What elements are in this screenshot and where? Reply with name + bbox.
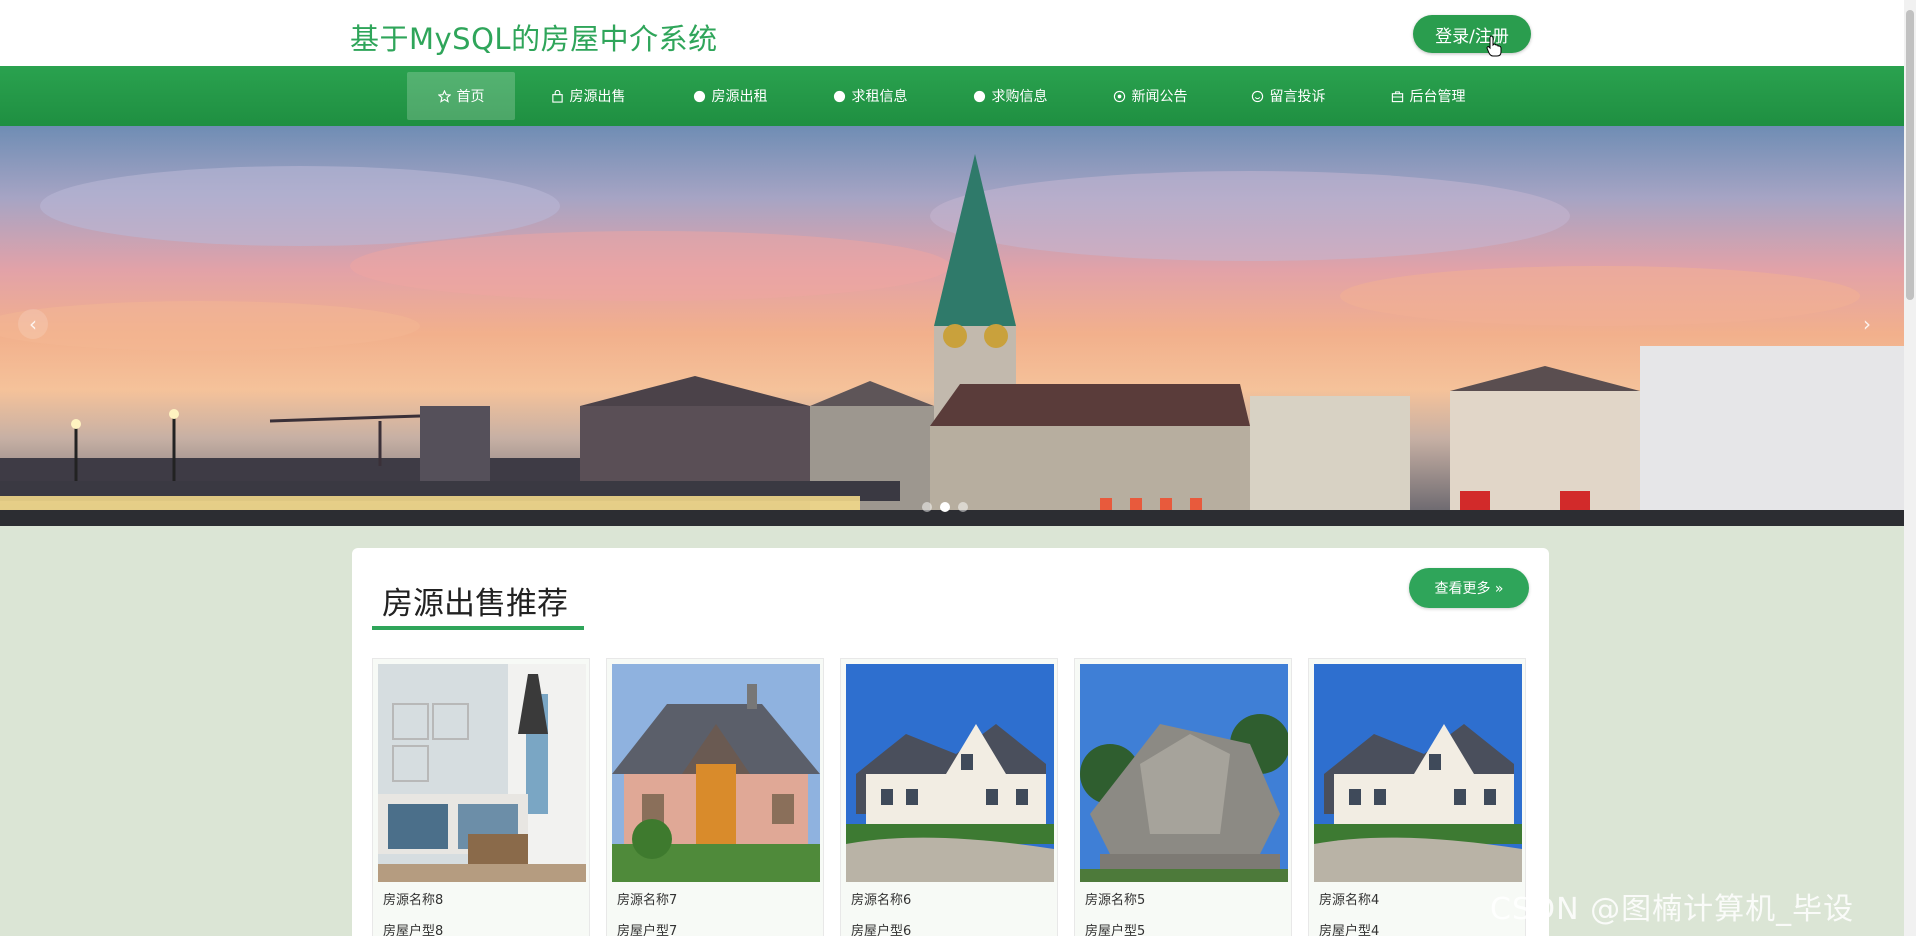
- house-card[interactable]: 房源名称8 房屋户型8: [372, 658, 590, 936]
- nav-item-feedback[interactable]: 留言投诉: [1238, 72, 1338, 120]
- brick-house-photo[interactable]: [612, 664, 820, 882]
- circle-icon: [693, 90, 705, 102]
- nav-item-label: 新闻公告: [1131, 89, 1188, 105]
- nav-item-admin[interactable]: 后台管理: [1378, 72, 1478, 120]
- login-register-button[interactable]: 登录/注册: [1413, 15, 1531, 53]
- csdn-watermark: CSDN @图楠计算机_毕设: [1490, 892, 1855, 927]
- banner-prev-arrow[interactable]: ‹: [18, 309, 48, 339]
- nav-item-rent-request[interactable]: 求租信息: [820, 72, 920, 120]
- circle-icon: [973, 90, 985, 102]
- section-title: 房源出售推荐: [382, 586, 568, 622]
- house-name[interactable]: 房源名称6: [851, 889, 911, 908]
- banner-dot-active[interactable]: [940, 502, 950, 512]
- city-skyline-photo: [0, 154, 1904, 526]
- bag-icon: [551, 89, 563, 103]
- nav-item-buy-request[interactable]: 求购信息: [960, 72, 1060, 120]
- target-icon: [1113, 90, 1125, 102]
- nav-item-house-sale[interactable]: 房源出售: [538, 72, 638, 120]
- nav-item-label: 求购信息: [991, 89, 1048, 105]
- briefcase-icon: [1391, 90, 1403, 102]
- banner-dot[interactable]: [958, 502, 968, 512]
- house-type: 房屋户型5: [1085, 924, 1146, 936]
- house-name[interactable]: 房源名称4: [1319, 889, 1379, 908]
- house-card[interactable]: 房源名称7 房屋户型7: [606, 658, 824, 936]
- nav-item-label: 房源出售: [569, 89, 626, 105]
- site-title[interactable]: 基于MySQL的房屋中介系统: [350, 16, 718, 58]
- house-type: 房屋户型4: [1319, 924, 1380, 936]
- banner-next-arrow[interactable]: ›: [1852, 309, 1882, 339]
- nav-item-label: 首页: [456, 89, 485, 105]
- banner-dot[interactable]: [922, 502, 932, 512]
- hero-banner[interactable]: ‹ ›: [0, 126, 1904, 526]
- house-type: 房屋户型7: [617, 924, 678, 936]
- sale-recommend-section: 房源出售推荐 查看更多 » 房源名称8 房屋户型8 房源名称7 房屋户型7 房源…: [352, 548, 1549, 936]
- nav-item-house-rent[interactable]: 房源出租: [680, 72, 780, 120]
- circle-icon: [833, 90, 845, 102]
- page-scrollbar[interactable]: [1904, 0, 1916, 936]
- view-more-button[interactable]: 查看更多 »: [1409, 568, 1529, 608]
- house-card[interactable]: 房源名称5 房屋户型5: [1074, 658, 1292, 936]
- nav-item-news[interactable]: 新闻公告: [1100, 72, 1200, 120]
- house-type: 房屋户型6: [851, 924, 912, 936]
- house-type: 房屋户型8: [383, 924, 444, 936]
- house-name[interactable]: 房源名称8: [383, 889, 443, 908]
- nav-item-home[interactable]: 首页: [407, 72, 515, 120]
- house-name[interactable]: 房源名称7: [617, 889, 677, 908]
- site-header: 基于MySQL的房屋中介系统 登录/注册: [0, 0, 1904, 66]
- bedroom-photo[interactable]: [378, 664, 586, 882]
- smile-icon: [1251, 90, 1263, 102]
- scrollbar-thumb[interactable]: [1906, 10, 1914, 300]
- nav-item-label: 房源出租: [711, 89, 768, 105]
- section-title-underline: [372, 626, 584, 630]
- house-card[interactable]: 房源名称6 房屋户型6: [840, 658, 1058, 936]
- hand-cursor-icon: [1486, 35, 1502, 57]
- house-name[interactable]: 房源名称5: [1085, 889, 1145, 908]
- white-house-photo[interactable]: [1314, 664, 1522, 882]
- nav-item-label: 求租信息: [851, 89, 908, 105]
- nav-item-label: 后台管理: [1409, 89, 1466, 105]
- nav-item-label: 留言投诉: [1269, 89, 1326, 105]
- star-icon: [437, 89, 451, 103]
- modern-house-photo[interactable]: [1080, 664, 1288, 882]
- white-house-photo[interactable]: [846, 664, 1054, 882]
- main-nav: 首页 房源出售 房源出租 求租信息 求购信息 新闻公告 留言投诉 后台管理: [0, 66, 1904, 126]
- banner-pagination: [922, 502, 968, 512]
